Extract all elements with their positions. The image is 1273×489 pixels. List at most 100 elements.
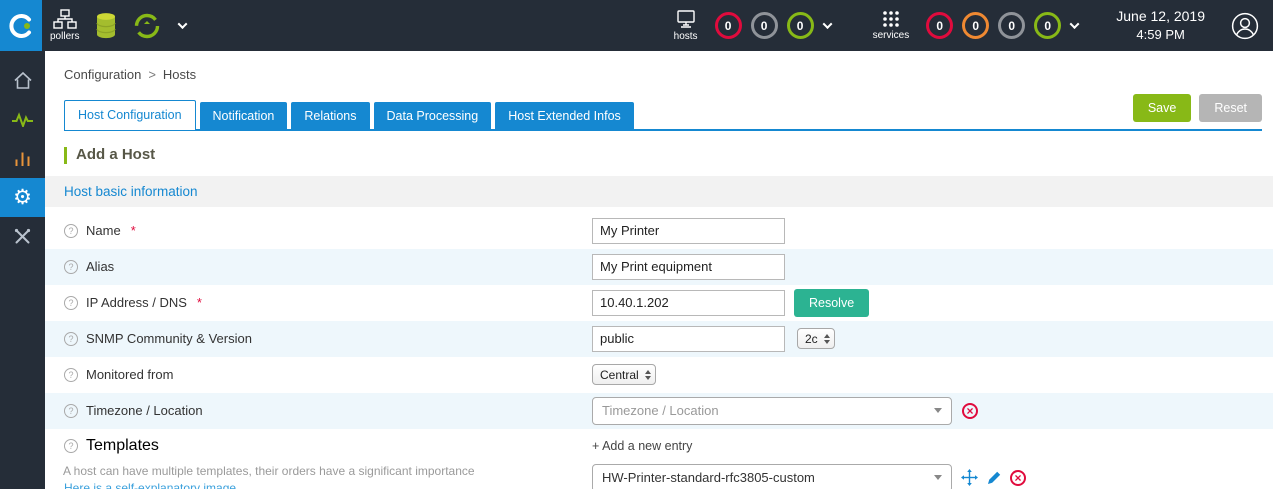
pollers-menu[interactable]: pollers (50, 9, 79, 42)
home-icon (13, 71, 32, 89)
tab-relations[interactable]: Relations (291, 102, 370, 129)
monitored-from-select[interactable]: Central (592, 364, 656, 385)
alias-label-cell: ? Alias (64, 259, 592, 274)
reset-button[interactable]: Reset (1199, 94, 1262, 122)
save-button[interactable]: Save (1132, 94, 1192, 122)
pollers-label: pollers (50, 31, 80, 42)
hosts-down-counter[interactable]: 0 (714, 12, 742, 39)
template-delete-icon[interactable]: × (1010, 469, 1026, 486)
centreon-logo[interactable] (0, 0, 42, 51)
user-profile-icon[interactable] (1231, 12, 1259, 40)
help-icon[interactable]: ? (64, 259, 78, 274)
hosts-unreachable-counter[interactable]: 0 (750, 12, 778, 39)
chevron-down-icon[interactable] (178, 19, 188, 30)
sidebar-item-configuration[interactable]: ⚙ (0, 178, 45, 217)
help-icon[interactable]: ? (64, 223, 78, 238)
monitored-from-value: Central (600, 367, 639, 382)
resolve-button[interactable]: Resolve (794, 288, 870, 317)
tools-icon (14, 228, 31, 244)
hosts-label: hosts (673, 30, 698, 42)
ip-address-label: IP Address / DNS (86, 295, 187, 310)
centreon-logo-icon (9, 13, 31, 38)
sidebar-item-monitoring[interactable] (0, 100, 45, 139)
templates-label-cell: ? Templates A host can have multiple tem… (63, 429, 592, 489)
name-label-cell: ? Name * (64, 223, 592, 238)
timezone-label-cell: ? Timezone / Location (64, 403, 592, 418)
form-row-monitored-from: ? Monitored from Central (45, 357, 1273, 393)
services-warning-counter[interactable]: 0 (962, 12, 990, 39)
services-critical-counter[interactable]: 0 (926, 12, 954, 39)
form-row-alias: ? Alias (45, 248, 1273, 285)
datetime-display: June 12, 2019 4:59 PM (1116, 7, 1205, 43)
poller-status[interactable] (133, 12, 161, 40)
alias-input[interactable] (592, 253, 785, 280)
ip-address-input[interactable] (592, 289, 785, 316)
stepper-icon (644, 369, 651, 380)
snmp-community-input[interactable] (592, 325, 785, 352)
time-text: 4:59 PM (1136, 27, 1185, 43)
help-icon[interactable]: ? (64, 367, 78, 382)
form-actions: Save Reset (1132, 94, 1262, 129)
timezone-label: Timezone / Location (86, 403, 203, 418)
services-status-menu[interactable]: services (873, 10, 909, 41)
template-select[interactable]: HW-Printer-standard-rfc3805-custom (592, 463, 952, 489)
tab-host-configuration[interactable]: Host Configuration (64, 100, 196, 130)
ip-label-cell: ? IP Address / DNS * (64, 295, 592, 310)
template-move-icon[interactable] (961, 469, 978, 486)
help-icon[interactable]: ? (64, 331, 78, 346)
monitored-label-cell: ? Monitored from (64, 367, 592, 382)
services-ok-counter[interactable]: 0 (1034, 12, 1062, 39)
name-input[interactable] (592, 217, 785, 244)
gear-icon: ⚙ (13, 186, 32, 209)
page-title: Add a Host (64, 146, 1273, 164)
hosts-status-menu[interactable]: hosts (673, 9, 698, 42)
snmp-version-select[interactable]: 2c (797, 328, 835, 349)
form-row-ip-address: ? IP Address / DNS * Resolve (45, 285, 1273, 321)
snmp-community-label: SNMP Community & Version (86, 331, 252, 346)
snmp-version-value: 2c (805, 331, 818, 346)
help-icon[interactable]: ? (64, 403, 78, 418)
sidebar-item-reporting[interactable] (0, 139, 45, 178)
services-unknown-counter[interactable]: 0 (998, 12, 1026, 39)
poller-status-icon (135, 13, 160, 38)
templates-controls: + Add a new entry HW-Printer-standard-rf… (592, 429, 1026, 489)
help-icon[interactable]: ? (64, 295, 78, 310)
database-icon (96, 13, 117, 39)
templates-label: Templates (86, 436, 159, 454)
help-icon[interactable]: ? (64, 438, 78, 453)
templates-help-link[interactable]: Here is a self-explanatory image. (64, 481, 592, 489)
database-status[interactable] (95, 12, 117, 39)
monitored-from-label: Monitored from (86, 367, 174, 382)
tab-bar: Host Configuration Notification Relation… (64, 94, 1262, 131)
tab-host-extended-infos[interactable]: Host Extended Infos (495, 102, 634, 129)
tab-data-processing[interactable]: Data Processing (373, 102, 492, 129)
sidebar-item-home[interactable] (0, 61, 45, 100)
date-text: June 12, 2019 (1116, 8, 1205, 25)
hosts-up-counter[interactable]: 0 (786, 12, 814, 39)
services-icon (883, 11, 899, 27)
tab-notification[interactable]: Notification (199, 102, 288, 129)
name-label: Name (86, 223, 121, 238)
breadcrumb-link-configuration[interactable]: Configuration (64, 67, 141, 82)
pollers-icon (53, 9, 77, 29)
snmp-label-cell: ? SNMP Community & Version (64, 331, 592, 346)
timezone-clear-icon[interactable]: × (962, 402, 978, 419)
chart-icon (15, 152, 30, 166)
form-row-snmp: ? SNMP Community & Version 2c (45, 320, 1273, 357)
alias-label: Alias (86, 259, 115, 274)
hosts-chevron-down-icon[interactable] (822, 19, 833, 30)
services-chevron-down-icon[interactable] (1069, 19, 1080, 30)
template-edit-icon[interactable] (987, 471, 1001, 485)
main-content: Configuration > Hosts Host Configuration… (45, 51, 1273, 489)
templates-note: A host can have multiple templates, thei… (63, 463, 475, 478)
top-bar: pollers hosts 0 0 0 services 0 0 0 0 Jun… (0, 0, 1273, 51)
timezone-select[interactable]: Timezone / Location (592, 396, 952, 425)
breadcrumb-separator: > (148, 67, 156, 82)
template-select-value: HW-Printer-standard-rfc3805-custom (602, 470, 815, 485)
breadcrumb: Configuration > Hosts (45, 51, 1273, 92)
form-row-timezone: ? Timezone / Location Timezone / Locatio… (45, 392, 1273, 429)
sidebar-item-administration[interactable] (0, 217, 45, 256)
templates-add-link[interactable]: + Add a new entry (592, 435, 1026, 457)
sidebar: ⚙ (0, 51, 45, 489)
section-header-host-basic-information[interactable]: Host basic information (45, 175, 1273, 207)
